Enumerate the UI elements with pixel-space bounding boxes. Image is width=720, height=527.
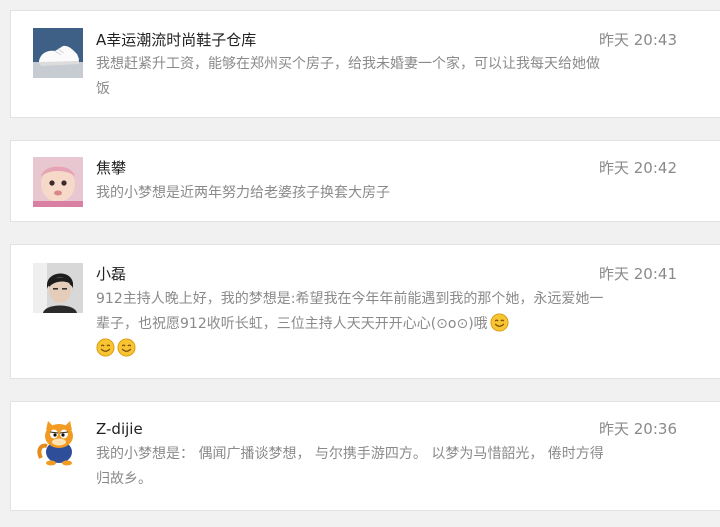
comment-text: 我想赶紧升工资，能够在郑州买个房子，给我未婚妻一个家，可以让我每天给她做饭 [96,56,600,97]
smile-emoji-icon [117,338,136,357]
smile-emoji-icon [490,313,509,332]
comment-text: 我的小梦想是近两年努力给老婆孩子换套大房子 [96,185,390,201]
comment-time: 昨天 20:42 [599,159,677,177]
comment-time: 昨天 20:43 [599,31,677,49]
commenter-name[interactable]: A幸运潮流时尚鞋子仓库 [96,30,256,50]
comment-time: 昨天 20:41 [599,265,677,283]
comment-text: 912主持人晚上好，我的梦想是:希望我在今年年前能遇到我的那个她，永远爱她一辈子… [96,287,606,362]
comment-card: 小磊 昨天 20:41 912主持人晚上好，我的梦想是:希望我在今年年前能遇到我… [10,244,720,379]
commenter-name[interactable]: 小磊 [96,264,126,284]
comment-time: 昨天 20:36 [599,420,677,438]
cartoon-cat-avatar[interactable] [33,416,83,466]
comment-card: 焦攀 昨天 20:42 我的小梦想是近两年努力给老婆孩子换套大房子 [10,140,720,222]
comment-text: 我的小梦想是： 偶闻广播谈梦想， 与尔携手游四方。 以梦为马惜韶光， 倦时方得归… [96,446,604,487]
man-portrait-avatar[interactable] [33,263,83,313]
commenter-name[interactable]: Z-dijie [96,419,143,439]
comment-card: Z-dijie 昨天 20:36 我的小梦想是： 偶闻广播谈梦想， 与尔携手游四… [10,401,720,511]
comment-text-body: 912主持人晚上好，我的梦想是:希望我在今年年前能遇到我的那个她，永远爱她一辈子… [96,291,604,332]
smile-emoji-icon [96,338,115,357]
comment-card: A幸运潮流时尚鞋子仓库 昨天 20:43 我想赶紧升工资，能够在郑州买个房子，给… [10,10,720,118]
baby-photo-avatar[interactable] [33,157,83,207]
commenter-name[interactable]: 焦攀 [96,158,126,178]
white-sneaker-avatar[interactable] [33,28,83,78]
